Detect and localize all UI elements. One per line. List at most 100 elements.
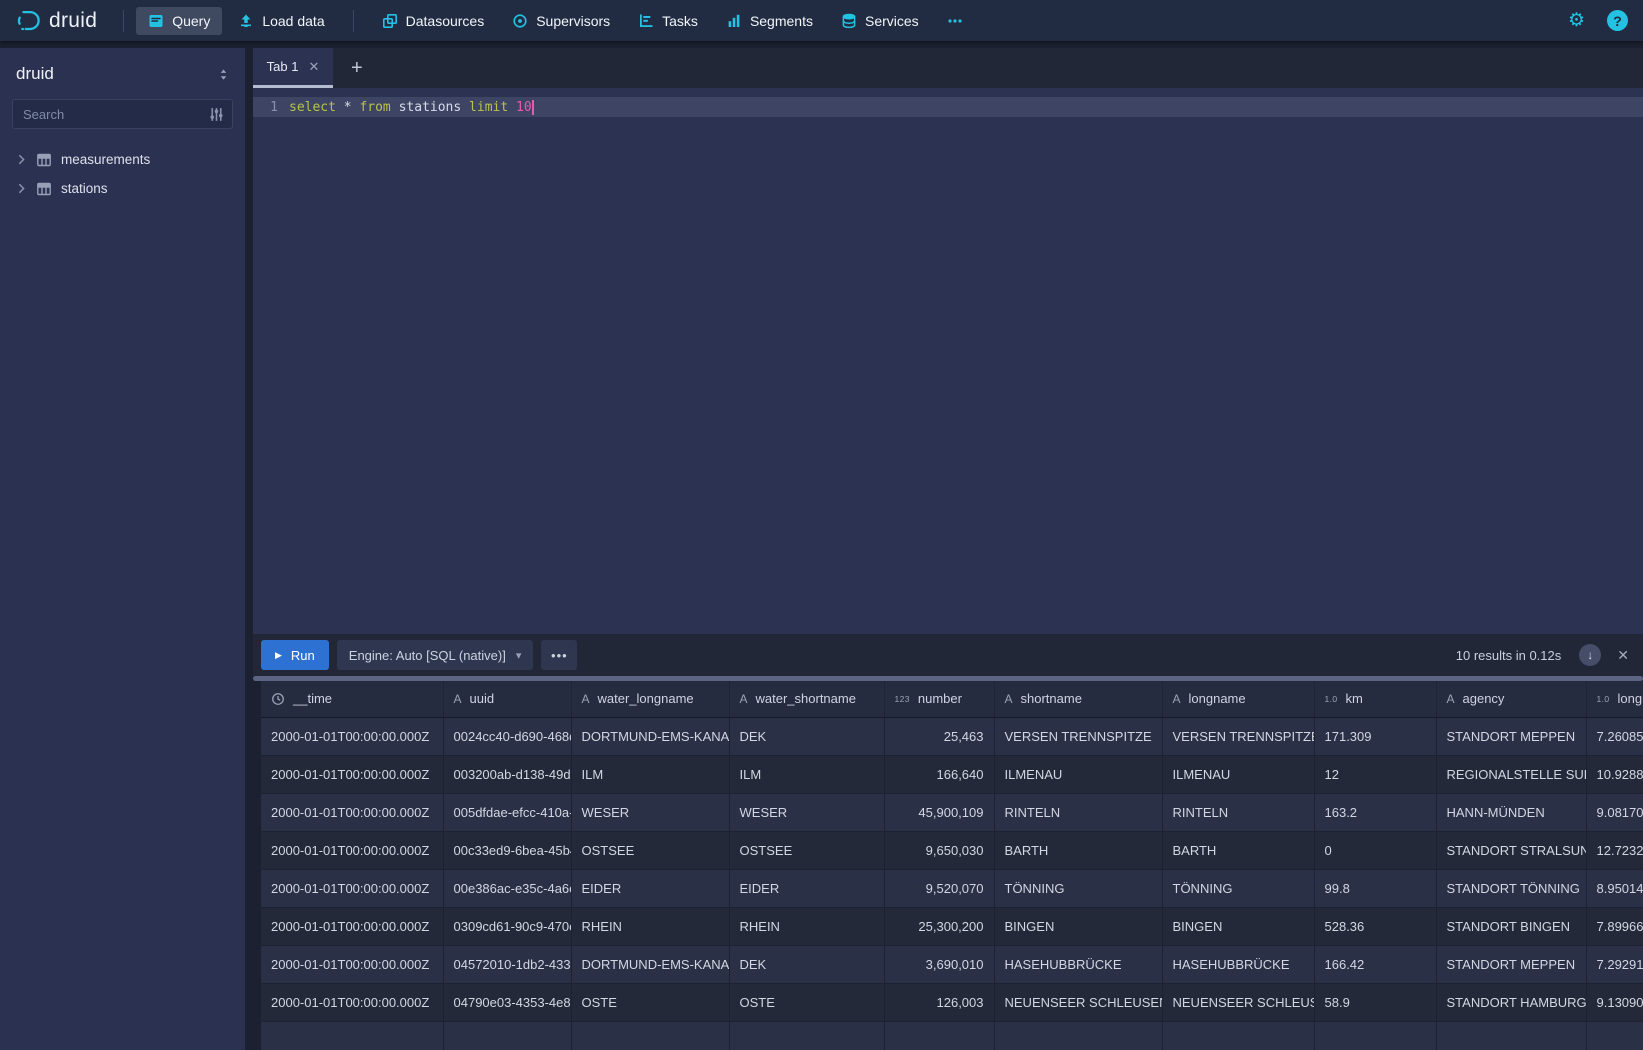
tab-close-icon[interactable]: ✕ <box>308 59 319 75</box>
cell-longname: VERSEN TRENNSPITZE <box>1162 717 1314 755</box>
table-row: 2000-01-01T00:00:00.000Z00e386ac-e35c-4a… <box>261 869 1643 907</box>
cell-water_longname: WESER <box>571 793 729 831</box>
cell-water_longname: RHEIN <box>571 907 729 945</box>
download-results-icon[interactable]: ↓ <box>1579 644 1601 666</box>
navbar-item-label: Tasks <box>662 13 698 29</box>
column-header-longname[interactable]: Alongname <box>1162 681 1314 717</box>
cell-longitude: 9.081704 <box>1586 793 1643 831</box>
chevron-right-icon[interactable] <box>16 154 27 165</box>
navbar-item-label: Supervisors <box>536 13 610 29</box>
table-row: 2000-01-01T00:00:00.000Z04790e03-4353-4e… <box>261 983 1643 1021</box>
run-label: Run <box>291 648 315 663</box>
results-left-strip <box>253 681 261 1050</box>
services-icon <box>841 13 857 29</box>
navbar-item-services[interactable]: Services <box>829 7 931 35</box>
string-type-icon: A <box>454 692 462 706</box>
cell-number: 9,650,030 <box>884 831 994 869</box>
cell-uuid: 04572010-1db2-4338-85 <box>443 945 571 983</box>
sidebar-table-measurements[interactable]: measurements <box>12 145 233 174</box>
float-type-icon: 1.0 <box>1597 694 1610 704</box>
cell-agency: REGIONALSTELLE SUHL <box>1436 755 1586 793</box>
play-icon: ▶ <box>275 650 282 661</box>
sidebar-divider[interactable] <box>245 48 253 1050</box>
cell-longitude: 7.292915 <box>1586 945 1643 983</box>
help-icon[interactable]: ? <box>1607 10 1628 31</box>
table-row <box>261 1021 1643 1050</box>
cell-longitude: 9.130902 <box>1586 983 1643 1021</box>
engine-select[interactable]: Engine: Auto [SQL (native)] ▾ <box>337 640 534 670</box>
cell-km: 163.2 <box>1314 793 1436 831</box>
column-header-water_longname[interactable]: Awater_longname <box>571 681 729 717</box>
cell-longname: NEUENSEER SCHLEUSEN <box>1162 983 1314 1021</box>
column-header-shortname[interactable]: Ashortname <box>994 681 1162 717</box>
cell-longname: BARTH <box>1162 831 1314 869</box>
result-status: 10 results in 0.12s <box>1456 648 1562 663</box>
column-header-agency[interactable]: Aagency <box>1436 681 1586 717</box>
filter-sliders-icon[interactable] <box>208 106 225 128</box>
column-header-water_shortname[interactable]: Awater_shortname <box>729 681 884 717</box>
navbar-item-datasources[interactable]: Datasources <box>370 7 497 35</box>
query-tabstrip: Tab 1 ✕ + <box>253 48 1643 88</box>
column-header-number[interactable]: 123number <box>884 681 994 717</box>
sql-editor[interactable]: 1 select * from stations limit 10 <box>253 88 1643 634</box>
cell-longitude: 12.723226 <box>1586 831 1643 869</box>
column-header-km[interactable]: 1.0km <box>1314 681 1436 717</box>
table-row: 2000-01-01T00:00:00.000Z003200ab-d138-49… <box>261 755 1643 793</box>
logo-text: druid <box>49 9 97 33</box>
cell-water_shortname: OSTSEE <box>729 831 884 869</box>
close-results-icon[interactable]: ✕ <box>1617 647 1629 664</box>
navbar-item-label: Query <box>172 13 210 29</box>
float-type-icon: 1.0 <box>1325 694 1338 704</box>
navbar-item-label: Load data <box>262 13 324 29</box>
druid-logo[interactable]: druid <box>15 7 97 34</box>
cell-uuid: 00e386ac-e35c-4a6e-80 <box>443 869 571 907</box>
column-header-longitude[interactable]: 1.0longitude <box>1586 681 1643 717</box>
sidebar-table-stations[interactable]: stations <box>12 174 233 203</box>
cell-shortname: NEUENSEER SCHLEUSEN <box>994 983 1162 1021</box>
navbar-item-segments[interactable]: Segments <box>714 7 825 35</box>
search-input[interactable] <box>12 99 233 129</box>
column-header-__time[interactable]: __time <box>261 681 443 717</box>
tab-label: Tab 1 <box>267 59 299 74</box>
tab-query-1[interactable]: Tab 1 ✕ <box>253 48 333 88</box>
segments-icon <box>726 13 742 29</box>
double-caret-sort-icon[interactable] <box>216 67 231 82</box>
cell-uuid: 0024cc40-d690-468d-84 <box>443 717 571 755</box>
schema-selector[interactable]: druid <box>12 62 233 84</box>
run-button[interactable]: ▶ Run <box>261 640 329 670</box>
cell-number: 166,640 <box>884 755 994 793</box>
navbar-item-more[interactable] <box>935 7 975 35</box>
cell-__time: 2000-01-01T00:00:00.000Z <box>261 907 443 945</box>
cell-water_shortname: EIDER <box>729 869 884 907</box>
cell-km: 528.36 <box>1314 907 1436 945</box>
navbar-item-load-data[interactable]: Load data <box>226 7 336 35</box>
cell-agency: HANN-MÜNDEN <box>1436 793 1586 831</box>
datasources-icon <box>382 13 398 29</box>
cell-__time: 2000-01-01T00:00:00.000Z <box>261 755 443 793</box>
column-name: uuid <box>470 691 495 706</box>
more-icon <box>947 13 963 29</box>
column-header-uuid[interactable]: Auuid <box>443 681 571 717</box>
string-type-icon: A <box>1005 692 1013 706</box>
settings-gear-icon[interactable]: ⚙ <box>1568 11 1585 30</box>
navbar-item-supervisors[interactable]: Supervisors <box>500 7 622 35</box>
cell-number: 9,520,070 <box>884 869 994 907</box>
cell-uuid: 0309cd61-90c9-470e-99 <box>443 907 571 945</box>
cell-longname <box>1162 1021 1314 1050</box>
table-row: 2000-01-01T00:00:00.000Z005dfdae-efcc-41… <box>261 793 1643 831</box>
navbar-item-tasks[interactable]: Tasks <box>626 7 710 35</box>
cell-water_longname <box>571 1021 729 1050</box>
sql-query-text: select * from stations limit 10 <box>289 100 534 115</box>
navbar-item-query[interactable]: Query <box>136 7 222 35</box>
navbar-item-label: Segments <box>750 13 813 29</box>
cell-longname: HASEHUBBRÜCKE <box>1162 945 1314 983</box>
run-toolbar: ▶ Run Engine: Auto [SQL (native)] ▾ ••• … <box>253 634 1643 676</box>
query-more-button[interactable]: ••• <box>541 640 577 670</box>
cell-longitude: 7.899662 <box>1586 907 1643 945</box>
column-name: longname <box>1189 691 1246 706</box>
new-tab-button[interactable]: + <box>351 57 363 80</box>
chevron-right-icon[interactable] <box>16 183 27 194</box>
table-tree: measurementsstations <box>12 145 233 203</box>
nav-divider <box>353 10 354 32</box>
cell-__time: 2000-01-01T00:00:00.000Z <box>261 983 443 1021</box>
